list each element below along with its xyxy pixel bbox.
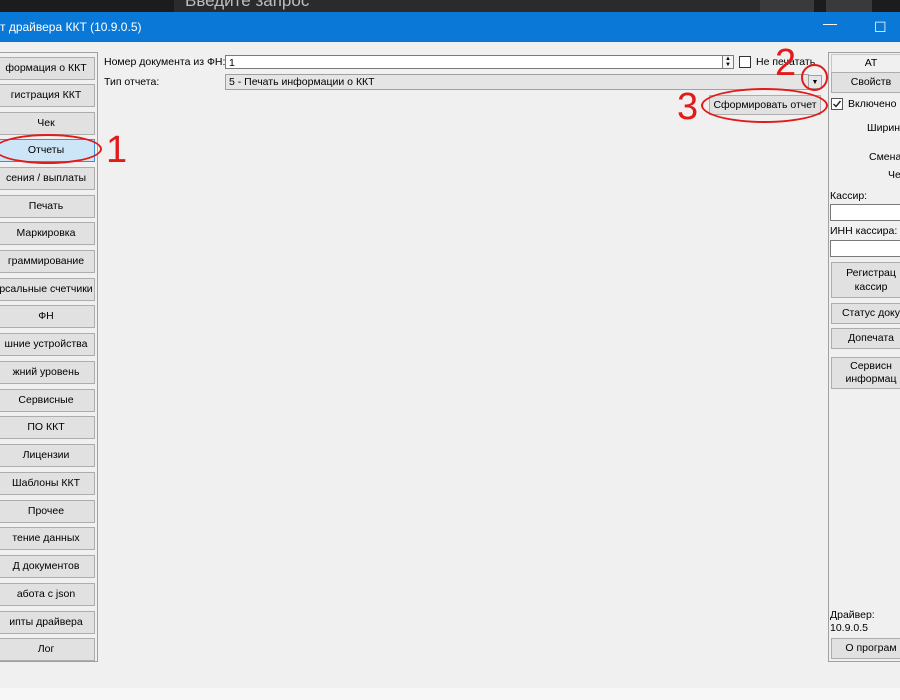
no-print-checkbox[interactable] [739, 56, 751, 68]
cashier-label: Кассир: [830, 190, 868, 202]
nav-item-universal-counters[interactable]: рсальные счетчики [0, 278, 95, 301]
service-info-line2: информац [845, 373, 897, 385]
shift-label: Смена [869, 151, 900, 163]
maximize-icon[interactable]: ☐ [874, 19, 887, 36]
register-cashier-button[interactable]: Регистрац кассир [831, 262, 900, 298]
nav-item-licenses[interactable]: Лицензии [0, 444, 95, 467]
about-button[interactable]: О програм [831, 638, 900, 659]
search-icon[interactable] [760, 0, 814, 12]
driver-version: 10.9.0.5 [830, 622, 868, 634]
inn-label: ИНН кассира: [830, 225, 898, 237]
status-bar [0, 662, 900, 688]
doc-number-label: Номер документа из ФН: [104, 56, 226, 68]
taskbar: Введите запрос [0, 0, 900, 12]
nav-item-receipt[interactable]: Чек [0, 112, 95, 135]
taskbar-search-input[interactable]: Введите запрос [174, 0, 760, 12]
report-type-label: Тип отчета: [104, 76, 160, 88]
annotation-number-3: 3 [677, 86, 699, 128]
nav-item-driver-scripts[interactable]: ипты драйвера [0, 611, 95, 634]
width-label: Ширин [867, 122, 900, 134]
nav-item-service[interactable]: Сервисные [0, 389, 95, 412]
report-type-select[interactable]: 5 - Печать информации о ККТ [225, 74, 809, 90]
nav-item-kkt-registration[interactable]: гистрация ККТ [0, 84, 95, 107]
window-titlebar: т драйвера ККТ (10.9.0.5) — ☐ [0, 12, 900, 42]
inn-input[interactable] [830, 240, 900, 257]
nav-item-kkt-templates[interactable]: Шаблоны ККТ [0, 472, 95, 495]
nav-item-print[interactable]: Печать [0, 195, 95, 218]
service-info-button[interactable]: Сервисн информац [831, 357, 900, 389]
register-button-line2: кассир [854, 281, 888, 293]
register-button-line1: Регистрац [846, 267, 896, 279]
nav-item-deposits-payouts[interactable]: сения / выплаты [0, 167, 95, 190]
nav-item-json[interactable]: абота с json [0, 583, 95, 606]
nav-item-programming[interactable]: граммирование [0, 250, 95, 273]
nav-item-read-data[interactable]: тение данных [0, 527, 95, 550]
nav-item-marking[interactable]: Маркировка [0, 222, 95, 245]
nav-item-kkt-info[interactable]: формация о ККТ [0, 57, 95, 80]
properties-button[interactable]: Свойств [831, 72, 900, 93]
nav-item-kkt-software[interactable]: ПО ККТ [0, 416, 95, 439]
nav-item-other[interactable]: Прочее [0, 500, 95, 523]
doc-number-input[interactable]: 1 [225, 55, 723, 69]
annotation-number-1: 1 [106, 129, 128, 171]
cashier-input[interactable] [830, 204, 900, 221]
taskbar-search-placeholder: Введите запрос [185, 0, 310, 10]
check-icon [833, 100, 842, 108]
reprint-button[interactable]: Допечата [831, 328, 900, 349]
right-panel: АТ Свойств Включено Ширин Смена Че Касси… [828, 52, 900, 662]
minimize-icon[interactable]: — [823, 15, 837, 31]
nav-item-log[interactable]: Лог [0, 638, 95, 661]
bottom-strip [0, 688, 900, 700]
driver-label: Драйвер: [830, 609, 875, 621]
nav-item-external-devices[interactable]: шние устройства [0, 333, 95, 356]
check-label: Че [888, 169, 900, 181]
annotation-number-2: 2 [775, 42, 797, 84]
annotation-ring-3 [701, 88, 828, 123]
service-info-line1: Сервисн [850, 360, 892, 372]
doc-number-stepper[interactable]: ▲ ▼ [722, 55, 734, 69]
nav-item-documents[interactable]: Д документов [0, 555, 95, 578]
annotation-ring-2 [801, 64, 828, 91]
nav-item-fn[interactable]: ФН [0, 305, 95, 328]
enabled-checkbox[interactable] [831, 98, 843, 110]
top-label: АТ [831, 54, 900, 73]
window-title: т драйвера ККТ (10.9.0.5) [0, 20, 142, 34]
microphone-icon[interactable] [826, 0, 872, 12]
doc-status-button[interactable]: Статус доку [831, 303, 900, 324]
nav-item-low-level[interactable]: жний уровень [0, 361, 95, 384]
enabled-label: Включено [848, 98, 897, 110]
